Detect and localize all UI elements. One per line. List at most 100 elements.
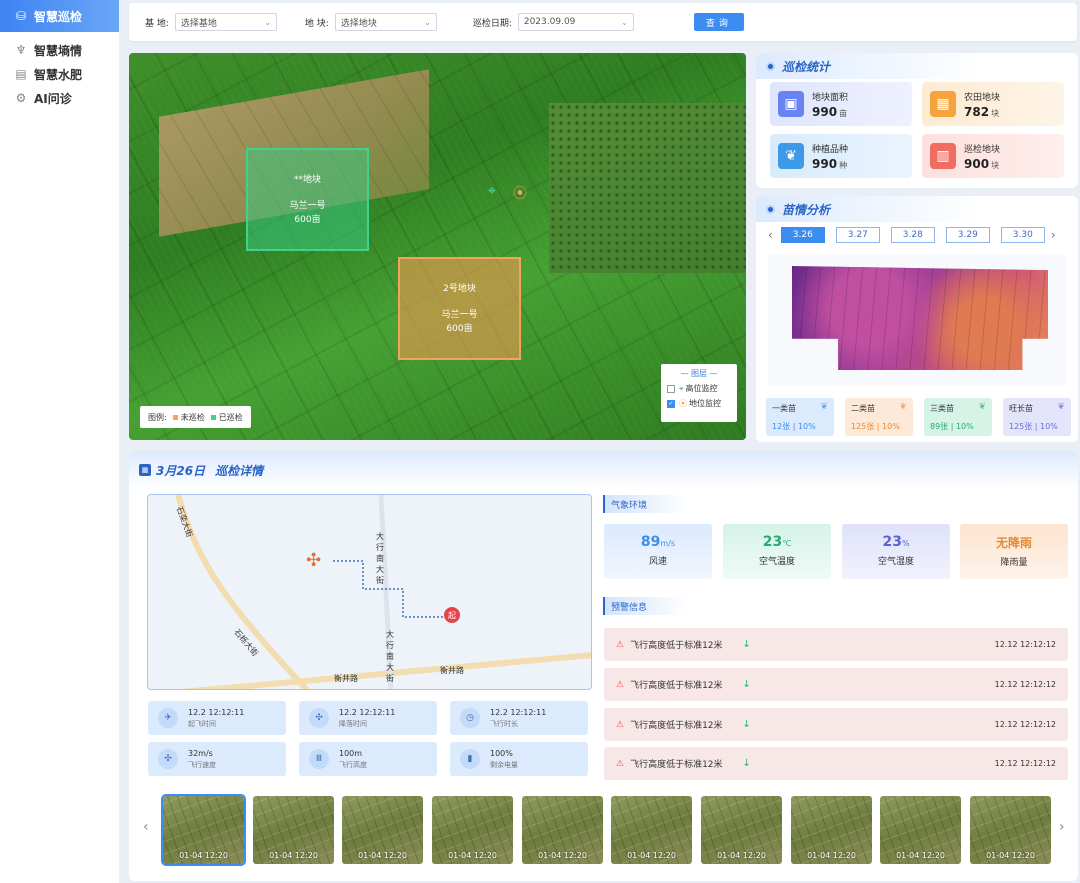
flight-route-map[interactable]: 石栾大街 大行南大街 石栎大街 大行南大街 衡井路 衡井路 ✣ 起 [147, 494, 592, 690]
flight-card: ◷ 12.2 12:12:11 飞行时长 [450, 701, 588, 735]
alert-row[interactable]: ⚠ 飞行高度低于标准12米 ↓ 12.12 12:12:12 [604, 668, 1068, 701]
alert-text: 飞行高度低于标准12米 [630, 681, 723, 691]
legend-done-label: 已巡检 [218, 412, 243, 422]
patrol-detail-panel: ▦ 3月26日 巡检详情 石栾大街 大行南大街 石栎大街 大行南大街 衡井路 衡… [129, 451, 1078, 881]
sidebar-item-label: 智慧水肥 [34, 67, 83, 82]
grade-value: 12张 | 10% [772, 422, 816, 431]
sprout-icon: ❦ [1057, 402, 1065, 412]
flight-value: 100m [339, 748, 363, 758]
date-select[interactable]: 2023.09.09 ⌄ [517, 13, 634, 31]
weather-unit: % [901, 539, 910, 548]
sprout-icon: ❦ [820, 402, 828, 412]
stat-value: 990 [812, 104, 838, 119]
sidebar: ⛁ 智慧巡检 ♆ 智慧墒情 ▤ 智慧水肥 ⚙ AI问诊 [0, 0, 119, 883]
layer-item-low[interactable]: ✓ ⦿ 地位监控 [667, 398, 731, 409]
legend-done-swatch [210, 414, 216, 420]
patrol-stats-panel: 巡检统计 ▣ 地块面积 990 亩 ▦ 农田地块 782 块 ❦ 种植品种 990 种 ▥ … [756, 53, 1078, 188]
layer-checkbox[interactable]: ✓ [667, 399, 675, 408]
filter-bar: 基 地: 选择基地 ⌄ 地 块: 选择地块 ⌄ 巡检日期: 2023.09.09… [129, 3, 1077, 41]
thumb-time: 01-04 12:20 [717, 851, 766, 860]
date-chip[interactable]: 3.26 [780, 227, 825, 243]
photo-thumbnail[interactable]: 01-04 12:20 [253, 796, 334, 864]
flight-label: 降落时间 [339, 719, 367, 728]
warning-icon: ⚠ [616, 758, 625, 769]
thumb-time: 01-04 12:20 [807, 851, 856, 860]
date-chip[interactable]: 3.30 [1000, 227, 1045, 243]
layer-item-high[interactable]: ⌖ 高位监控 [667, 383, 731, 394]
seedling-analysis-panel: 苗情分析 ‹ 3.26 3.27 3.28 3.29 3.30 › 一类苗 12… [756, 196, 1078, 442]
start-marker[interactable]: 起 [444, 607, 460, 623]
header-dot-icon [766, 204, 775, 214]
aerial-map[interactable]: **地块 马兰一号 600亩 2号地块 马兰一号 600亩 ⌖ ⦿ 图例: 未巡… [129, 53, 746, 440]
weather-card-temp: 23℃ 空气温度 [723, 524, 831, 579]
photo-thumbnail[interactable]: 01-04 12:20 [970, 796, 1051, 864]
plot-name: **地块 [293, 175, 321, 185]
plot-select[interactable]: 选择地块 ⌄ [334, 13, 437, 31]
photo-thumbnail[interactable]: 01-04 12:20 [161, 794, 246, 866]
photo-thumbnail[interactable]: 01-04 12:20 [880, 796, 961, 864]
calendar-icon: ▦ [139, 464, 151, 476]
sidebar-item-soil[interactable]: ♆ 智慧墒情 [0, 38, 119, 62]
weather-value: 89 [640, 534, 661, 550]
panel-header: 巡检统计 [756, 53, 1078, 79]
photo-thumbnail[interactable]: 01-04 12:20 [791, 796, 872, 864]
stat-label: 种植品种 [812, 144, 849, 155]
chevron-down-icon: ⌄ [264, 17, 271, 27]
road-label: 大行南大街 [386, 630, 394, 683]
alert-row[interactable]: ⚠ 飞行高度低于标准12米 ↓ 12.12 12:12:12 [604, 628, 1068, 661]
location-pin-icon[interactable]: ⦿ [513, 183, 527, 203]
alert-text: 飞行高度低于标准12米 [630, 721, 723, 731]
photo-thumbnail[interactable]: 01-04 12:20 [432, 796, 513, 864]
chevron-left-icon[interactable]: ‹ [143, 819, 149, 835]
layer-label: 高位监控 [685, 384, 718, 393]
flight-card: ✈ 12.2 12:12:11 起飞时间 [148, 701, 286, 735]
grade-value: 125张 | 10% [1009, 422, 1058, 431]
date-chip[interactable]: 3.27 [835, 227, 880, 243]
arrow-down-icon: ↓ [742, 679, 751, 690]
chevron-right-icon[interactable]: › [1059, 819, 1065, 835]
route-map-svg [175, 495, 591, 689]
alert-row[interactable]: ⚠ 飞行高度低于标准12米 ↓ 12.12 12:12:12 [604, 747, 1068, 780]
photo-thumbnail[interactable]: 01-04 12:20 [522, 796, 603, 864]
sidebar-item-fertilizer[interactable]: ▤ 智慧水肥 [0, 62, 119, 86]
photo-thumbnail[interactable]: 01-04 12:20 [342, 796, 423, 864]
sidebar-item-patrol[interactable]: ⛁ 智慧巡检 [0, 0, 119, 32]
grade-card-2: 二类苗 125张 | 10% ❦ [845, 398, 913, 436]
plot-marker-1[interactable]: **地块 马兰一号 600亩 [246, 148, 369, 251]
chevron-left-icon[interactable]: ‹ [768, 228, 773, 242]
plot-area: 600亩 [446, 324, 473, 334]
date-chip[interactable]: 3.29 [945, 227, 990, 243]
stat-unit: 块 [991, 160, 1000, 170]
legend-pending-swatch [172, 414, 178, 420]
stat-card-patrolled: ▥ 巡检地块 900 块 [922, 134, 1064, 178]
stat-label: 地块面积 [812, 92, 849, 103]
sidebar-item-label: 智慧墒情 [34, 43, 83, 58]
chevron-right-icon[interactable]: › [1051, 228, 1056, 242]
area-icon: ▣ [778, 91, 804, 117]
sprout-icon: ❦ [978, 402, 986, 412]
grade-card-4: 旺长苗 125张 | 10% ❦ [1003, 398, 1071, 436]
stat-unit: 亩 [839, 108, 848, 118]
date-chip[interactable]: 3.28 [890, 227, 935, 243]
alert-row[interactable]: ⚠ 飞行高度低于标准12米 ↓ 12.12 12:12:12 [604, 708, 1068, 741]
weather-card-humidity: 23% 空气湿度 [842, 524, 950, 579]
stat-label: 巡检地块 [964, 144, 1001, 155]
plot-marker-2[interactable]: 2号地块 马兰一号 600亩 [398, 257, 521, 360]
sidebar-item-ai[interactable]: ⚙ AI问诊 [0, 86, 119, 110]
stat-card-fields: ▦ 农田地块 782 块 [922, 82, 1064, 126]
photo-thumbnail[interactable]: 01-04 12:20 [611, 796, 692, 864]
flight-value: 12.2 12:12:11 [490, 707, 547, 717]
thumb-time: 01-04 12:20 [269, 851, 318, 860]
query-button[interactable]: 查询 [693, 13, 744, 31]
camera-marker-icon[interactable]: ⌖ [488, 183, 496, 199]
arrow-down-icon: ↓ [742, 639, 751, 650]
photo-thumbnail[interactable]: 01-04 12:20 [701, 796, 782, 864]
drone-icon[interactable]: ✣ [306, 552, 321, 570]
layer-checkbox[interactable] [667, 384, 675, 393]
field-icon: ▦ [930, 91, 956, 117]
weather-label: 降雨量 [1000, 558, 1028, 568]
base-select[interactable]: 选择基地 ⌄ [174, 13, 277, 31]
stat-card-varieties: ❦ 种植品种 990 种 [770, 134, 912, 178]
thumb-time: 01-04 12:20 [448, 851, 497, 860]
patrol-icon: ⛁ [15, 9, 27, 23]
